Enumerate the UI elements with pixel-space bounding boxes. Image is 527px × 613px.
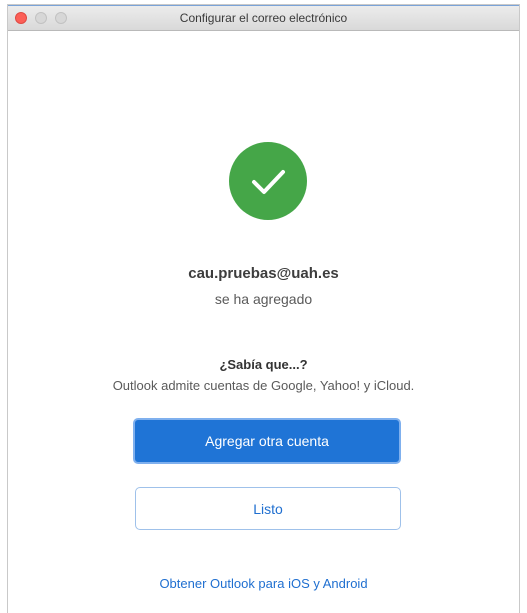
get-outlook-mobile-link[interactable]: Obtener Outlook para iOS y Android (8, 576, 519, 591)
title-bar[interactable]: Configurar el correo electrónico (8, 5, 519, 31)
done-button[interactable]: Listo (135, 487, 401, 530)
tip-heading: ¿Sabía que...? (219, 357, 308, 372)
tip-text: Outlook admite cuentas de Google, Yahoo!… (112, 378, 415, 393)
checkmark-icon (252, 170, 285, 194)
screen: Configurar el correo electrónico cau.pru… (0, 0, 527, 613)
account-added-message: se ha agregado (214, 291, 313, 307)
setup-window: Configurar el correo electrónico cau.pru… (8, 5, 519, 613)
success-checkmark-icon (229, 142, 307, 220)
add-another-account-button[interactable]: Agregar otra cuenta (133, 418, 401, 464)
window-title: Configurar el correo electrónico (179, 11, 348, 25)
account-email: cau.pruebas@uah.es (188, 265, 339, 282)
background-window-edge (519, 30, 527, 613)
background-window-edge (0, 30, 8, 613)
